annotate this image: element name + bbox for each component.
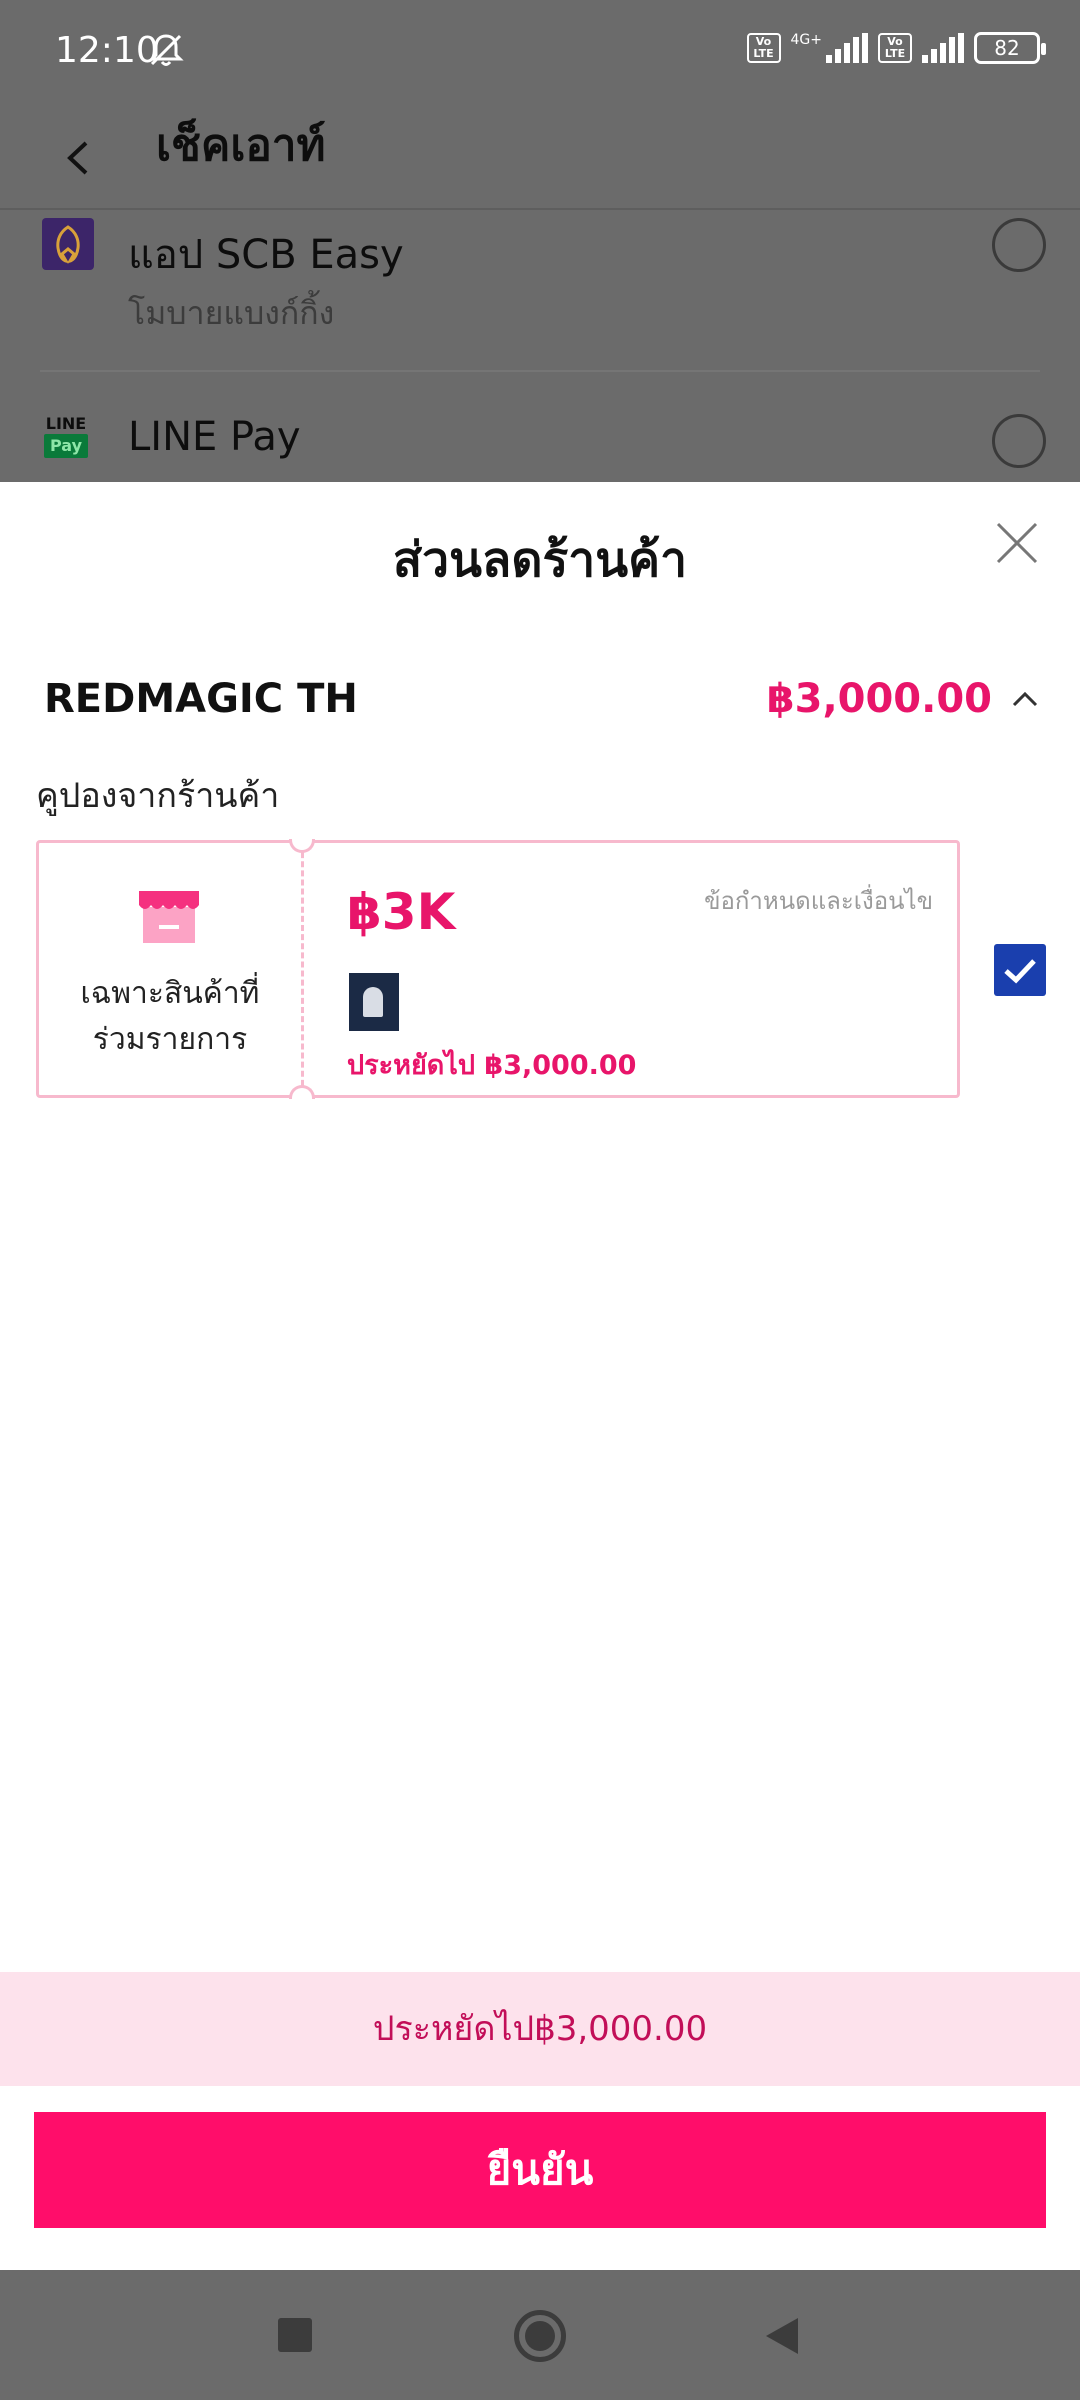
signal-icon bbox=[826, 33, 868, 63]
line-pay-logo: LINE Pay bbox=[44, 414, 88, 462]
background-checkout-page: 12:10 Vo LTE 4G+ Vo LTE 82 เช็คเอาท์ แอป… bbox=[0, 0, 1080, 482]
savings-summary: ประหยัดไป฿3,000.00 bbox=[0, 1972, 1080, 2086]
shop-name: REDMAGIC TH bbox=[44, 676, 358, 722]
system-nav-bar bbox=[0, 2270, 1080, 2400]
shop-discount-sheet: ส่วนลดร้านค้า REDMAGIC TH ฿3,000.00 คูปอ… bbox=[0, 482, 1080, 2270]
back-icon[interactable] bbox=[58, 133, 98, 183]
payment-method-subtitle: โมบายแบงก์กิ้ง bbox=[128, 294, 335, 332]
bell-off-icon bbox=[148, 34, 184, 66]
payment-method-name-line[interactable]: LINE Pay bbox=[128, 414, 301, 460]
status-time: 12:10 bbox=[55, 30, 159, 71]
coupon-notch-bottom bbox=[289, 1085, 315, 1099]
terms-link[interactable]: ข้อกำหนดและเงื่อนไข bbox=[704, 881, 933, 920]
coupon-scope-line-1: เฉพาะสินค้าที่ bbox=[80, 976, 260, 1011]
network-type: 4G+ bbox=[790, 32, 823, 48]
battery-icon: 82 bbox=[974, 32, 1046, 64]
shop-coupon-card[interactable]: เฉพาะสินค้าที่ ร่วมรายการ ฿3K ข้อกำหนดแล… bbox=[36, 839, 960, 1099]
coupon-value: ฿3K bbox=[347, 883, 456, 941]
nav-back-icon[interactable] bbox=[762, 2314, 802, 2358]
product-thumbnail bbox=[349, 973, 399, 1031]
payment-radio-line-pay[interactable] bbox=[992, 414, 1046, 468]
payment-radio-scb[interactable] bbox=[992, 218, 1046, 272]
coupon-scope: เฉพาะสินค้าที่ ร่วมรายการ bbox=[39, 843, 301, 1095]
nav-recent-icon[interactable] bbox=[278, 2318, 312, 2352]
signal-icon-2 bbox=[922, 33, 964, 63]
line-logo-text: LINE bbox=[45, 414, 87, 433]
coupon-section-label: คูปองจากร้านค้า bbox=[36, 776, 280, 816]
divider bbox=[40, 370, 1040, 372]
confirm-button[interactable]: ยืนยัน bbox=[34, 2112, 1046, 2228]
coupon-scope-line-2: ร่วมรายการ bbox=[92, 1022, 248, 1057]
status-bar: 12:10 Vo LTE 4G+ Vo LTE 82 bbox=[0, 0, 1080, 105]
coupon-saving: ประหยัดไป ฿3,000.00 bbox=[347, 1050, 637, 1081]
volte-badge-2: Vo LTE bbox=[878, 33, 912, 63]
volte-badge: Vo LTE bbox=[746, 33, 781, 63]
chevron-up-icon[interactable] bbox=[1010, 688, 1040, 710]
coupon-divider bbox=[301, 843, 304, 1095]
payment-method-name[interactable]: แอป SCB Easy bbox=[128, 222, 404, 286]
scb-logo bbox=[42, 218, 94, 270]
sheet-title: ส่วนลดร้านค้า bbox=[392, 532, 688, 588]
status-icons: Vo LTE 4G+ Vo LTE 82 bbox=[746, 32, 1046, 64]
coupon-checkbox[interactable] bbox=[994, 944, 1046, 996]
scb-emblem-icon bbox=[56, 225, 80, 264]
shop-icon bbox=[139, 891, 199, 943]
check-icon bbox=[1004, 959, 1036, 984]
shop-discount-amount: ฿3,000.00 bbox=[766, 676, 992, 722]
nav-home-icon[interactable] bbox=[514, 2310, 566, 2362]
coupon-scope-label: เฉพาะสินค้าที่ ร่วมรายการ bbox=[39, 971, 301, 1063]
pay-logo-text: Pay bbox=[44, 434, 88, 458]
close-icon[interactable] bbox=[994, 520, 1040, 566]
page-title: เช็คเอาท์ bbox=[156, 120, 326, 171]
